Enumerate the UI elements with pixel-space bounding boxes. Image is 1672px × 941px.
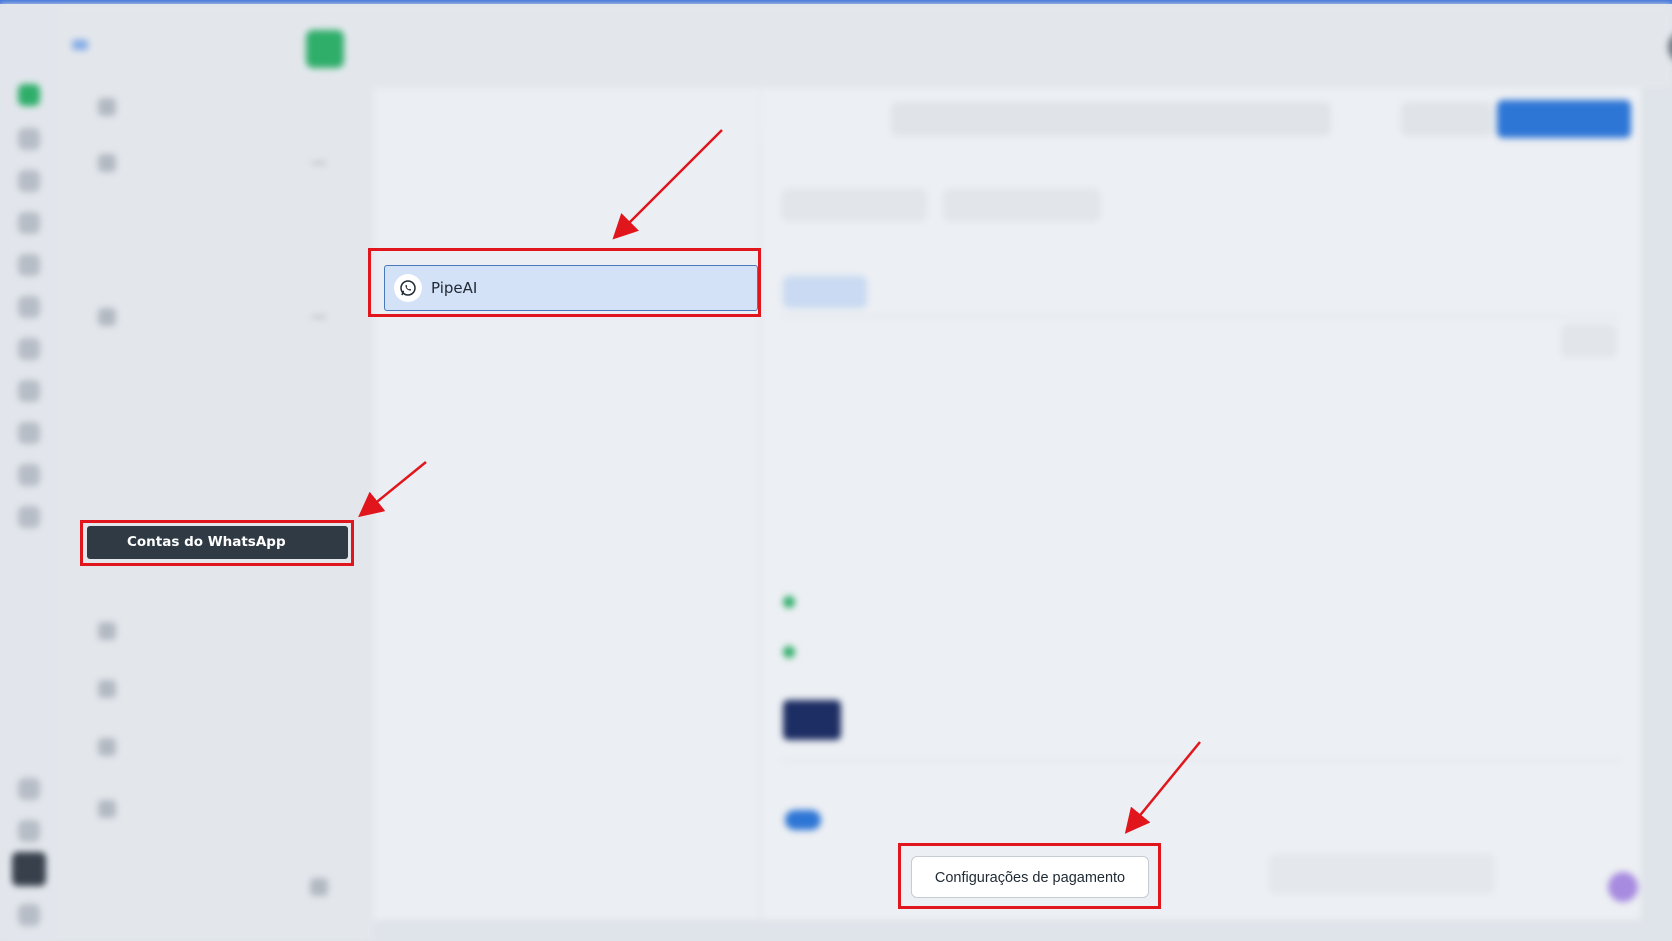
- arrow-to-payment: [1124, 741, 1201, 834]
- annotation-arrows: [358, 129, 1201, 834]
- arrow-to-account: [612, 129, 723, 240]
- arrow-to-sidebar: [358, 461, 427, 518]
